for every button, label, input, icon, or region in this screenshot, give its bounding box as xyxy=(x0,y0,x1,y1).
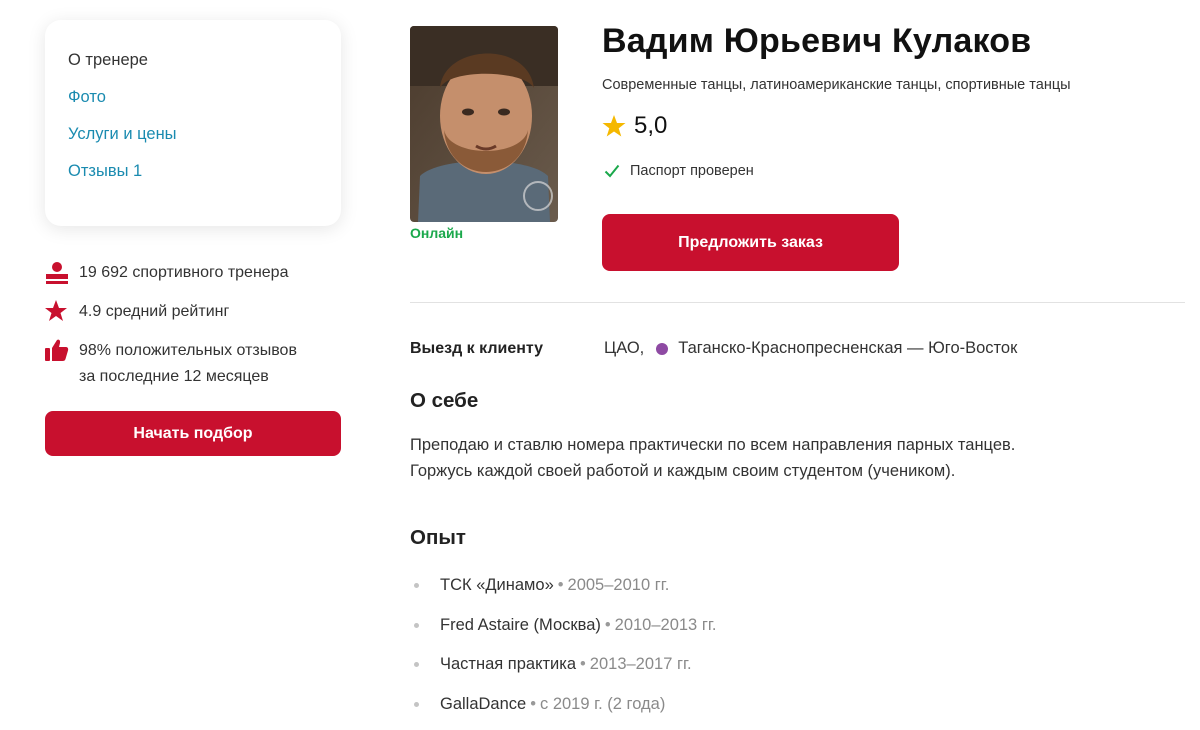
about-heading: О себе xyxy=(410,389,478,413)
nav-item-services[interactable]: Услуги и цены xyxy=(68,124,341,144)
experience-heading: Опыт xyxy=(410,526,466,550)
stat-reviews-line1: 98% положительных отзывов xyxy=(79,342,297,359)
trainer-name: Вадим Юрьевич Кулаков xyxy=(602,22,1031,61)
experience-years: 2013–2017 гг. xyxy=(590,655,692,673)
platform-stats: 19 692 спортивного тренера 4.9 средний р… xyxy=(45,260,345,403)
stat-reviews-line2: за последние 12 месяцев xyxy=(79,368,269,385)
stat-rating: 4.9 средний рейтинг xyxy=(45,299,345,325)
experience-place: Fred Astaire (Москва) xyxy=(440,616,601,634)
experience-years: 2005–2010 гг. xyxy=(568,576,670,594)
star-icon xyxy=(602,114,626,138)
metro-line-dot xyxy=(656,343,668,355)
stat-trainers-text: 19 692 спортивного тренера xyxy=(79,264,288,281)
person-icon xyxy=(45,260,69,286)
thumbs-up-icon xyxy=(45,338,69,364)
verified-text: Паспорт проверен xyxy=(630,163,754,179)
bullet xyxy=(414,662,419,667)
visit-district: ЦАО, xyxy=(604,339,644,358)
stat-reviews: 98% положительных отзывов за последние 1… xyxy=(45,338,345,390)
list-item: ТСК «Динамо»•2005–2010 гг. xyxy=(410,572,716,612)
bullet xyxy=(414,583,419,588)
separator: • xyxy=(605,616,611,634)
profile-nav-card: О тренере Фото Услуги и цены Отзывы 1 xyxy=(45,20,341,226)
separator: • xyxy=(580,655,586,673)
rating-value: 5,0 xyxy=(634,112,667,140)
visit-metro: Таганско-Краснопресненская — Юго-Восток xyxy=(678,339,1017,358)
visit-label: Выезд к клиенту xyxy=(410,340,543,358)
star-icon xyxy=(45,299,69,325)
start-selection-button[interactable]: Начать подбор xyxy=(45,411,341,456)
experience-years: 2010–2013 гг. xyxy=(615,616,717,634)
propose-order-button[interactable]: Предложить заказ xyxy=(602,214,899,271)
divider xyxy=(410,302,1185,303)
check-icon xyxy=(604,164,620,178)
bullet xyxy=(414,702,419,707)
passport-verified: Паспорт проверен xyxy=(604,163,754,179)
about-text: Преподаю и ставлю номера практически по … xyxy=(410,432,1170,484)
separator: • xyxy=(558,576,564,594)
list-item: Частная практика•2013–2017 гг. xyxy=(410,651,716,691)
about-line-1: Преподаю и ставлю номера практически по … xyxy=(410,436,1015,454)
trainer-rating: 5,0 xyxy=(602,112,667,140)
list-item: GallaDance•с 2019 г. (2 года) xyxy=(410,691,716,730)
stat-trainers: 19 692 спортивного тренера xyxy=(45,260,345,286)
nav-item-about: О тренере xyxy=(68,50,341,70)
experience-place: ТСК «Динамо» xyxy=(440,576,554,594)
experience-list: ТСК «Динамо»•2005–2010 гг. Fred Astaire … xyxy=(410,572,716,730)
trainer-photo[interactable] xyxy=(410,26,558,222)
visit-value: ЦАО, Таганско-Краснопресненская — Юго-Во… xyxy=(604,339,1017,358)
about-line-2: Горжусь каждой своей работой и каждым св… xyxy=(410,462,955,480)
experience-place: Частная практика xyxy=(440,655,576,673)
nav-item-reviews[interactable]: Отзывы 1 xyxy=(68,161,341,181)
nav-item-photo[interactable]: Фото xyxy=(68,87,341,107)
stat-rating-text: 4.9 средний рейтинг xyxy=(79,303,229,320)
list-item: Fred Astaire (Москва)•2010–2013 гг. xyxy=(410,612,716,652)
bullet xyxy=(414,623,419,628)
online-status: Онлайн xyxy=(410,225,463,241)
trainer-specialties: Современные танцы, латиноамериканские та… xyxy=(602,77,1071,93)
